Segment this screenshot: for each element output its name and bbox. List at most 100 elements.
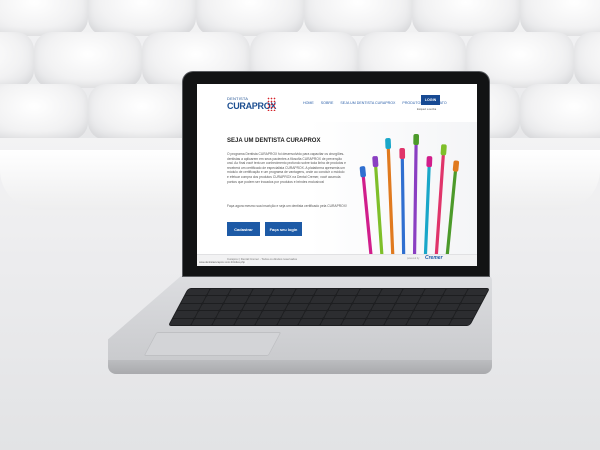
keyboard-key (349, 303, 374, 311)
nav-produtos[interactable]: PRODUTOS (402, 101, 422, 105)
keyboard-key (314, 289, 339, 296)
headboard-tuft (520, 84, 600, 140)
login-cta-button[interactable]: Faça seu login (265, 222, 302, 236)
keyboard-key (362, 318, 387, 325)
forgot-password-link[interactable]: Esqueci a senha (417, 108, 436, 111)
keyboard-key (417, 296, 442, 303)
keyboard-key (366, 311, 391, 318)
keyboard-key (378, 289, 403, 296)
keyboard-key (327, 303, 352, 311)
laptop-base-front (108, 360, 492, 374)
keyboard-key (413, 303, 438, 311)
headboard-tuft (304, 0, 412, 36)
keyboard-key (220, 303, 245, 311)
keyboard-key (439, 296, 464, 303)
keyboard-key (216, 311, 241, 318)
toothbrush (445, 160, 460, 254)
keyboard-key (194, 311, 219, 318)
hero-section: SEJA UM DENTISTA CURAPROX O programa Den… (197, 122, 477, 254)
keyboard-key (202, 296, 227, 303)
footer-powered-by: powered by (407, 257, 420, 260)
nav-seja-dentista[interactable]: SEJA UM DENTISTA CURAPROX (340, 101, 395, 105)
headboard-tuft (0, 84, 88, 140)
laptop-keyboard (167, 288, 491, 326)
keyboard-key (228, 289, 253, 296)
keyboard-key (212, 318, 237, 325)
keyboard-key (198, 303, 223, 311)
headboard-tuft (88, 0, 196, 36)
toothbrush (423, 156, 433, 254)
keyboard-key (357, 289, 382, 296)
keyboard-key (288, 296, 313, 303)
keyboard-key (169, 318, 194, 325)
headboard-tuft (412, 0, 520, 36)
keyboard-key (460, 296, 485, 303)
keyboard-key (331, 296, 356, 303)
headboard-tuft (0, 0, 88, 36)
headboard-tuft (34, 32, 142, 88)
keyboard-key (310, 296, 335, 303)
keyboard-key (292, 289, 317, 296)
keyboard-key (421, 289, 446, 296)
browser-status-url: www.dentistacuraprox.com.br/index.php (197, 261, 247, 264)
keyboard-key (284, 303, 309, 311)
keyboard-key (456, 303, 481, 311)
hero-title: SEJA UM DENTISTA CURAPROX (227, 138, 321, 144)
keyboard-key (335, 289, 360, 296)
keyboard-key (431, 311, 456, 318)
keyboard-key (464, 289, 489, 296)
login-button[interactable]: LOGIN (421, 95, 440, 105)
keyboard-key (233, 318, 258, 325)
keyboard-key (298, 318, 323, 325)
headboard-tuft (574, 32, 600, 88)
keyboard-key (263, 303, 288, 311)
keyboard-key (302, 311, 327, 318)
keyboard-key (353, 296, 378, 303)
toothbrush (399, 147, 406, 254)
toothbrush (434, 144, 447, 254)
keyboard-key (181, 296, 206, 303)
logo-dots-icon (267, 97, 276, 111)
keyboard-key (409, 311, 434, 318)
keyboard-key (237, 311, 262, 318)
keyboard-key (448, 318, 473, 325)
keyboard-key (280, 311, 305, 318)
keyboard-key (206, 289, 231, 296)
cremer-logo[interactable]: Cremer (425, 255, 443, 261)
nav-sobre[interactable]: SOBRE (321, 101, 334, 105)
toothbrush (372, 156, 384, 254)
toothbrush (412, 134, 420, 254)
keyboard-key (249, 289, 274, 296)
keyboard-key (452, 311, 477, 318)
keyboard-key (241, 303, 266, 311)
keyboard-key (427, 318, 452, 325)
keyboard-key (259, 311, 284, 318)
register-button[interactable]: Cadastrar (227, 222, 260, 236)
toothbrushes-image (359, 134, 460, 254)
keyboard-key (276, 318, 301, 325)
keyboard-key (435, 303, 460, 311)
keyboard-key (443, 289, 468, 296)
keyboard-key (190, 318, 215, 325)
site-header: DENTISTA CURAPROX HOME SOBRE SEJA UM DEN… (197, 84, 477, 123)
keyboard-key (245, 296, 270, 303)
laptop-screen: DENTISTA CURAPROX HOME SOBRE SEJA UM DEN… (197, 84, 477, 266)
keyboard-key (271, 289, 296, 296)
keyboard-key (400, 289, 425, 296)
keyboard-key (185, 289, 210, 296)
nav-home[interactable]: HOME (303, 101, 314, 105)
headboard-tuft (520, 0, 600, 36)
keyboard-key (396, 296, 421, 303)
keyboard-key (224, 296, 249, 303)
toothbrush (385, 137, 395, 254)
keyboard-key (323, 311, 348, 318)
keyboard-key (345, 311, 370, 318)
keyboard-key (405, 318, 430, 325)
headboard-tuft (88, 84, 196, 140)
keyboard-key (384, 318, 409, 325)
keyboard-key (370, 303, 395, 311)
keyboard-key (255, 318, 280, 325)
keyboard-key (306, 303, 331, 311)
keyboard-key (173, 311, 198, 318)
keyboard-key (177, 303, 202, 311)
